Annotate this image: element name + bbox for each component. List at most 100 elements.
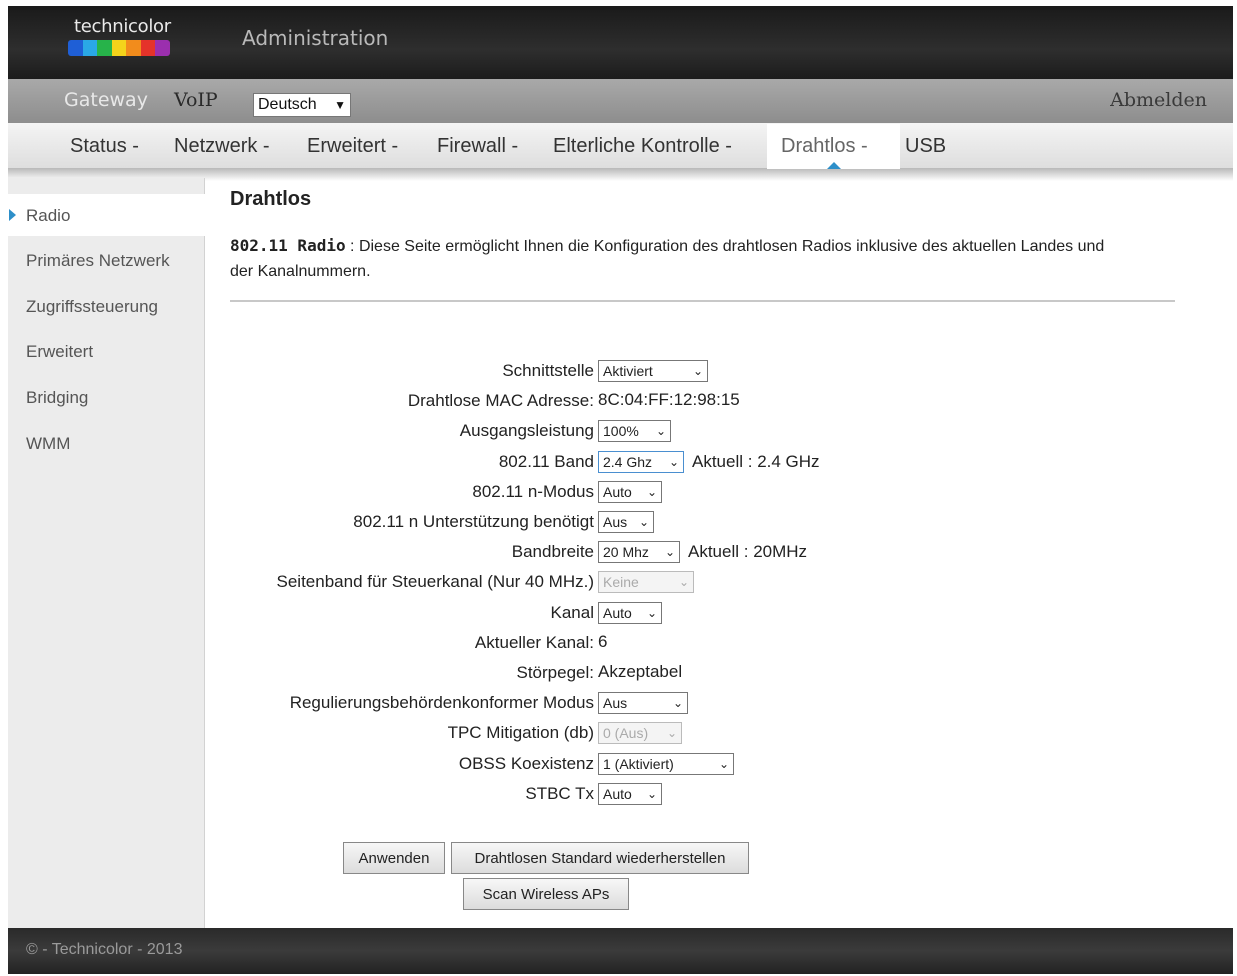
ausgangsleistung-select-value: 100% xyxy=(603,423,639,439)
band-select-value: 2.4 Ghz xyxy=(603,454,653,470)
stbc-tx-label: STBC Tx xyxy=(525,784,594,803)
seitenband-label: Seitenband für Steuerkanal (Nur 40 MHz.) xyxy=(276,572,595,591)
chevron-down-icon: ⌄ xyxy=(668,455,679,469)
row-tpc-mitigation: TPC Mitigation (db) 0 (Aus) ⌄ xyxy=(230,720,1170,746)
tab-usb[interactable]: USB xyxy=(905,135,946,158)
page-title: Drahtlos xyxy=(230,188,312,210)
schnittstelle-select-value: Aktiviert xyxy=(603,363,653,379)
tab-drahtlos[interactable]: Drahtlos - xyxy=(781,135,868,158)
subnav-gateway[interactable]: Gateway xyxy=(64,89,148,111)
row-ausgangsleistung: Ausgangsleistung 100% ⌄ xyxy=(230,418,1170,444)
tpc-mitigation-label: TPC Mitigation (db) xyxy=(447,723,594,742)
regulierungsmodus-select-value: Aus xyxy=(603,695,628,711)
logo-stripe-5 xyxy=(126,40,141,56)
logo-stripe-6 xyxy=(140,40,156,56)
sidebar-item-bridging[interactable]: Bridging xyxy=(26,388,88,408)
sidebar-item-zugriffssteuerung[interactable]: Zugriffssteuerung xyxy=(26,297,158,317)
tpc-mitigation-select: 0 (Aus) ⌄ xyxy=(598,722,682,744)
row-mac-adresse: Drahtlose MAC Adresse: 8C:04:FF:12:98:15 xyxy=(230,388,1170,414)
n-unterstuetzung-select[interactable]: Aus ⌄ xyxy=(598,511,654,533)
regulierungsmodus-select[interactable]: Aus ⌄ xyxy=(598,692,688,714)
mac-adresse-value: 8C:04:FF:12:98:15 xyxy=(598,390,740,409)
chevron-down-icon: ⌄ xyxy=(718,757,729,771)
logo-stripe-3 xyxy=(97,40,112,56)
language-select[interactable]: Deutsch ▼ xyxy=(253,93,351,117)
regulierungsmodus-value: Aus ⌄ xyxy=(598,692,688,714)
language-value: Deutsch xyxy=(258,96,317,113)
scan-wireless-aps-button[interactable]: Scan Wireless APs xyxy=(463,878,629,910)
aktueller-kanal-label: Aktueller Kanal: xyxy=(474,633,594,652)
logo-stripe-7 xyxy=(155,40,170,56)
description-label: 802.11 Radio xyxy=(230,236,346,255)
sidebar: Radio Primäres Netzwerk Zugriffssteuerun… xyxy=(8,178,205,928)
tab-status[interactable]: Status - xyxy=(70,135,139,158)
tpc-mitigation-value: 0 (Aus) ⌄ xyxy=(598,722,682,744)
ausgangsleistung-value: 100% ⌄ xyxy=(598,420,671,442)
n-unterstuetzung-select-value: Aus xyxy=(603,514,628,530)
obss-koexistenz-select[interactable]: 1 (Aktiviert) ⌄ xyxy=(598,753,734,775)
logo-color-bar xyxy=(68,40,170,56)
row-band: 802.11 Band 2.4 Ghz ⌄ Aktuell : 2.4 GHz xyxy=(230,449,1170,475)
row-stoerpegel: Störpegel: Akzeptabel xyxy=(230,660,1170,686)
band-current: Aktuell : 2.4 GHz xyxy=(692,452,820,471)
tab-erweitert[interactable]: Erweitert - xyxy=(307,135,398,158)
n-unterstuetzung-value: Aus ⌄ xyxy=(598,511,654,533)
schnittstelle-label: Schnittstelle xyxy=(502,361,594,380)
row-kanal: Kanal Auto ⌄ xyxy=(230,600,1170,626)
chevron-down-icon: ⌄ xyxy=(655,424,666,438)
row-regulierungsmodus: Regulierungsbehördenkonformer Modus Aus … xyxy=(230,690,1170,716)
logout-link[interactable]: Abmelden xyxy=(1110,89,1207,111)
logo-stripe-1 xyxy=(68,40,83,56)
row-n-modus: 802.11 n-Modus Auto ⌄ xyxy=(230,479,1170,505)
row-n-unterstuetzung: 802.11 n Unterstützung benötigt Aus ⌄ xyxy=(230,509,1170,535)
row-seitenband: Seitenband für Steuerkanal (Nur 40 MHz.)… xyxy=(230,569,1170,595)
schnittstelle-select[interactable]: Aktiviert ⌄ xyxy=(598,360,708,382)
row-bandbreite: Bandbreite 20 Mhz ⌄ Aktuell : 20MHz xyxy=(230,539,1170,565)
stbc-tx-select[interactable]: Auto ⌄ xyxy=(598,783,662,805)
n-modus-select[interactable]: Auto ⌄ xyxy=(598,481,662,503)
sidebar-item-erweitert[interactable]: Erweitert xyxy=(26,342,93,362)
ausgangsleistung-select[interactable]: 100% ⌄ xyxy=(598,420,671,442)
description-separator: : xyxy=(345,238,359,255)
divider xyxy=(230,300,1175,302)
sidebar-item-primaeres-netzwerk[interactable]: Primäres Netzwerk xyxy=(26,251,170,271)
row-obss-koexistenz: OBSS Koexistenz 1 (Aktiviert) ⌄ xyxy=(230,751,1170,777)
aktueller-kanal-value: 6 xyxy=(598,632,608,651)
obss-koexistenz-value: 1 (Aktiviert) ⌄ xyxy=(598,753,734,775)
chevron-down-icon: ⌄ xyxy=(646,787,657,801)
footer: © - Technicolor - 2013 xyxy=(8,928,1233,974)
restore-defaults-button[interactable]: Drahtlosen Standard wiederherstellen xyxy=(451,842,749,874)
chevron-down-icon: ▼ xyxy=(334,98,346,112)
n-unterstuetzung-label: 802.11 n Unterstützung benötigt xyxy=(353,512,594,531)
bandbreite-select[interactable]: 20 Mhz ⌄ xyxy=(598,541,680,563)
tab-firewall[interactable]: Firewall - xyxy=(437,135,518,158)
bandbreite-value: 20 Mhz ⌄ Aktuell : 20MHz xyxy=(598,541,807,563)
logo-text: technicolor xyxy=(74,16,171,37)
obss-koexistenz-label: OBSS Koexistenz xyxy=(458,754,594,773)
description-text: Diese Seite ermöglicht Ihnen die Konfigu… xyxy=(230,238,1105,280)
stoerpegel-label: Störpegel: xyxy=(516,663,595,682)
apply-button[interactable]: Anwenden xyxy=(343,842,445,874)
row-stbc-tx: STBC Tx Auto ⌄ xyxy=(230,781,1170,807)
subnav-voip[interactable]: VoIP xyxy=(174,89,218,111)
ausgangsleistung-label: Ausgangsleistung xyxy=(459,421,594,440)
kanal-value: Auto ⌄ xyxy=(598,602,662,624)
n-modus-select-value: Auto xyxy=(603,484,632,500)
chevron-down-icon: ⌄ xyxy=(638,515,649,529)
sidebar-item-radio[interactable]: Radio xyxy=(26,206,70,226)
stbc-tx-value: Auto ⌄ xyxy=(598,783,662,805)
tab-netzwerk[interactable]: Netzwerk - xyxy=(174,135,270,158)
sidebar-active-arrow-icon xyxy=(9,209,16,221)
kanal-select[interactable]: Auto ⌄ xyxy=(598,602,662,624)
router-admin-page: technicolor Administration Gateway VoIP … xyxy=(8,6,1233,974)
band-value: 2.4 Ghz ⌄ Aktuell : 2.4 GHz xyxy=(598,451,820,473)
sub-navigation: Gateway VoIP Deutsch ▼ Abmelden xyxy=(8,79,1233,123)
page-description: 802.11 Radio : Diese Seite ermöglicht Ih… xyxy=(230,233,1110,284)
sidebar-item-wmm[interactable]: WMM xyxy=(26,434,70,454)
band-label: 802.11 Band xyxy=(498,452,594,471)
tab-elterliche-kontrolle[interactable]: Elterliche Kontrolle - xyxy=(553,135,732,158)
chevron-down-icon: ⌄ xyxy=(664,545,675,559)
kanal-select-value: Auto xyxy=(603,605,632,621)
band-select[interactable]: 2.4 Ghz ⌄ xyxy=(598,451,684,473)
main-tabs: Status - Netzwerk - Erweitert - Firewall… xyxy=(8,123,1233,169)
